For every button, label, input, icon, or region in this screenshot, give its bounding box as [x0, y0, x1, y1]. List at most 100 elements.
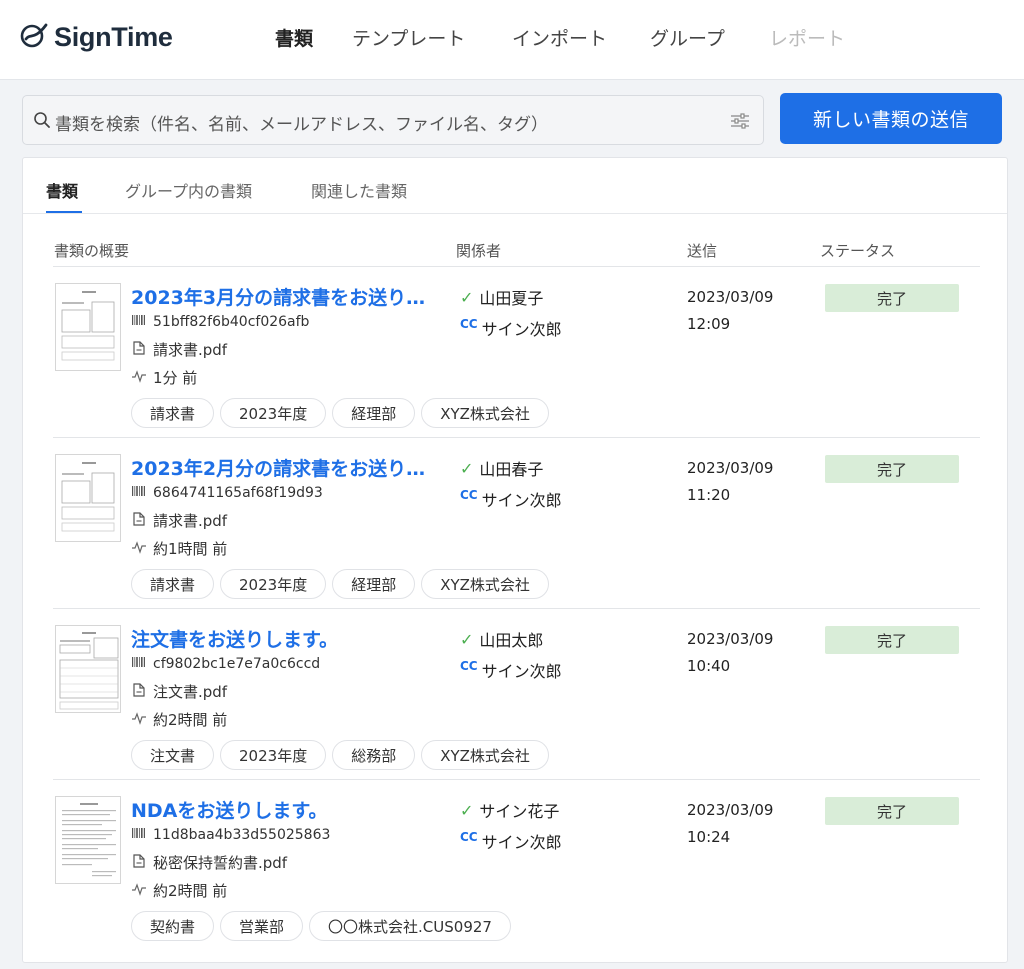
document-thumbnail[interactable] [55, 796, 121, 884]
cc-label: CC [460, 830, 478, 844]
tab-related-documents[interactable]: 関連した書類 [311, 178, 407, 202]
document-thumbnail[interactable] [55, 283, 121, 371]
tag[interactable]: XYZ株式会社 [421, 740, 549, 770]
document-id-text: 51bff82f6b40cf026afb [153, 314, 310, 330]
document-thumbnail[interactable] [55, 625, 121, 713]
tag[interactable]: 契約書 [131, 911, 215, 941]
document-title-link[interactable]: 注文書をお送りします。 [131, 625, 338, 652]
document-id: 11d8baa4b33d55025863 [131, 825, 330, 845]
document-activity: 約2時間 前 [131, 709, 227, 730]
signtime-logo-icon [20, 21, 48, 53]
file-icon [131, 682, 153, 702]
cc-label: CC [460, 317, 478, 331]
cc-label: CC [460, 659, 478, 673]
document-activity-text: 1分 前 [153, 369, 198, 387]
document-activity-text: 約2時間 前 [153, 711, 228, 729]
column-header-status: ステータス [820, 242, 896, 260]
tag[interactable]: 〇〇株式会社.CUS0927 [309, 911, 511, 941]
tag-list: 注文書 2023年度 総務部 XYZ株式会社 [131, 740, 555, 770]
cc-name: サイン次郎 [481, 320, 562, 339]
signer: ✓ 山田春子 [460, 456, 543, 480]
nav-reports: レポート [769, 28, 846, 50]
sent-datetime: 2023/03/09 10:24 [687, 797, 773, 851]
document-file: 請求書.pdf [131, 339, 227, 360]
sent-time: 10:24 [687, 828, 731, 846]
nav-import[interactable]: インポート [512, 24, 607, 51]
document-file-name: 秘密保持誓約書.pdf [153, 854, 288, 872]
document-id-text: cf9802bc1e7e7a0c6ccd [153, 656, 321, 672]
tag[interactable]: 請求書 [131, 398, 215, 428]
column-header-sent: 送信 [687, 242, 718, 260]
tag[interactable]: 2023年度 [220, 740, 327, 770]
document-thumbnail[interactable] [55, 454, 121, 542]
column-header-summary: 書類の概要 [54, 242, 130, 260]
tag[interactable]: 総務部 [332, 740, 416, 770]
sent-time: 12:09 [687, 315, 731, 333]
document-activity: 約1時間 前 [131, 538, 227, 559]
document-activity-text: 約1時間 前 [153, 540, 228, 558]
tag[interactable]: 2023年度 [220, 398, 327, 428]
sent-date: 2023/03/09 [687, 459, 774, 477]
tag[interactable]: 経理部 [332, 569, 416, 599]
table-row[interactable]: NDAをお送りします。 11d8baa4b33d55025863 秘密保持誓約書… [53, 780, 980, 951]
document-title-link[interactable]: 2023年3月分の請求書をお送り… [131, 283, 425, 310]
sent-date: 2023/03/09 [687, 630, 774, 648]
nav-templates[interactable]: テンプレート [352, 24, 465, 51]
check-icon: ✓ [460, 458, 474, 478]
cc-name: サイン次郎 [481, 662, 562, 681]
status-badge: 完了 [825, 455, 959, 483]
file-icon [131, 853, 153, 873]
document-id: 51bff82f6b40cf026afb [131, 312, 309, 332]
signer-name: 山田太郎 [479, 631, 544, 650]
divider [23, 213, 1007, 214]
tag-list: 請求書 2023年度 経理部 XYZ株式会社 [131, 569, 555, 599]
logo[interactable]: SignTime [20, 20, 173, 54]
tag[interactable]: 2023年度 [220, 569, 327, 599]
signer-name: サイン花子 [479, 802, 560, 821]
document-title-link[interactable]: 2023年2月分の請求書をお送り… [131, 454, 425, 481]
cc-recipient: CC サイン次郎 [460, 487, 562, 511]
table-row[interactable]: 2023年2月分の請求書をお送り… 6864741165af68f19d93 請… [53, 438, 980, 609]
signer: ✓ 山田夏子 [460, 285, 543, 309]
tag-list: 契約書 営業部 〇〇株式会社.CUS0927 [131, 911, 517, 941]
barcode-icon [131, 483, 153, 503]
tag[interactable]: XYZ株式会社 [421, 569, 549, 599]
status-badge: 完了 [825, 797, 959, 825]
nav-documents[interactable]: 書類 [275, 24, 313, 51]
table-row[interactable]: 注文書をお送りします。 cf9802bc1e7e7a0c6ccd 注文書.pdf… [53, 609, 980, 780]
file-icon [131, 511, 153, 531]
status-badge: 完了 [825, 626, 959, 654]
nav-groups[interactable]: グループ [650, 24, 725, 51]
cc-recipient: CC サイン次郎 [460, 316, 562, 340]
table-row[interactable]: 2023年3月分の請求書をお送り… 51bff82f6b40cf026afb 請… [53, 267, 980, 438]
search-placeholder: 書類を検索（件名、名前、メールアドレス、ファイル名、タグ） [55, 115, 548, 135]
signer-name: 山田夏子 [479, 289, 544, 308]
tab-group-documents[interactable]: グループ内の書類 [125, 178, 252, 202]
status-badge: 完了 [825, 284, 959, 312]
sent-datetime: 2023/03/09 12:09 [687, 284, 773, 338]
document-activity-text: 約2時間 前 [153, 882, 228, 900]
tab-documents[interactable]: 書類 [46, 178, 78, 202]
document-title-link[interactable]: NDAをお送りします。 [131, 796, 327, 823]
document-file: 請求書.pdf [131, 510, 227, 531]
tag[interactable]: 注文書 [131, 740, 215, 770]
activity-icon [131, 881, 153, 901]
sent-datetime: 2023/03/09 11:20 [687, 455, 773, 509]
sent-time: 11:20 [687, 486, 731, 504]
sent-date: 2023/03/09 [687, 801, 774, 819]
document-file-name: 請求書.pdf [153, 341, 228, 359]
check-icon: ✓ [460, 287, 474, 307]
tag[interactable]: 請求書 [131, 569, 215, 599]
cc-label: CC [460, 488, 478, 502]
barcode-icon [131, 654, 153, 674]
search-input[interactable]: 書類を検索（件名、名前、メールアドレス、ファイル名、タグ） [22, 95, 764, 145]
barcode-icon [131, 825, 153, 845]
document-file-name: 注文書.pdf [153, 683, 228, 701]
tag[interactable]: XYZ株式会社 [421, 398, 549, 428]
tag[interactable]: 営業部 [220, 911, 304, 941]
cc-name: サイン次郎 [481, 833, 562, 852]
tag[interactable]: 経理部 [332, 398, 416, 428]
cc-name: サイン次郎 [481, 491, 562, 510]
send-new-document-button[interactable]: 新しい書類の送信 [780, 93, 1002, 144]
sent-time: 10:40 [687, 657, 731, 675]
